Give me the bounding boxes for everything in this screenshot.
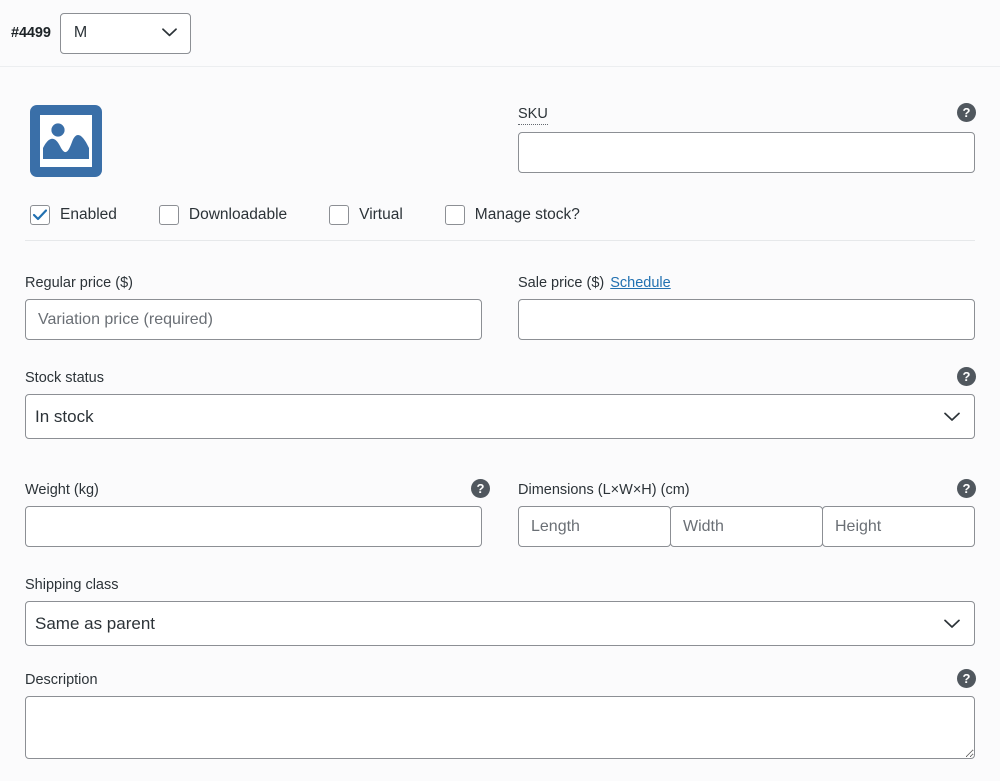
regular-price-input[interactable] — [25, 299, 482, 340]
section-divider — [25, 240, 975, 241]
checkbox-enabled[interactable] — [30, 205, 50, 225]
shipping-class-select[interactable]: Same as parent — [25, 601, 975, 646]
variation-header: #4499 M — [0, 0, 1000, 67]
stock-status-label-row: Stock status ? — [25, 367, 976, 387]
variation-toggles: Enabled Downloadable Virtual Manage stoc… — [30, 205, 580, 225]
width-wrap — [670, 506, 823, 547]
schedule-sale-link[interactable]: Schedule — [610, 275, 670, 291]
sale-price-field-group: Sale price ($) Schedule — [518, 274, 975, 340]
sale-price-label-row: Sale price ($) Schedule — [518, 274, 975, 299]
description-label-row: Description ? — [25, 669, 976, 689]
variation-id-label: #4499 — [11, 25, 51, 41]
toggle-virtual-label: Virtual — [359, 206, 403, 223]
sale-price-input[interactable] — [518, 299, 975, 340]
stock-status-help-icon[interactable]: ? — [957, 367, 976, 386]
weight-help-icon[interactable]: ? — [471, 479, 490, 498]
toggle-downloadable[interactable]: Downloadable — [158, 205, 288, 225]
variation-body: SKU ? Enabled Downloadable Virtual Manag… — [0, 67, 1000, 781]
regular-price-field-group: Regular price ($) — [25, 274, 482, 340]
stock-status-label: Stock status — [25, 370, 104, 386]
chevron-down-icon — [944, 614, 960, 634]
check-icon — [33, 209, 47, 221]
dimensions-help-icon[interactable]: ? — [957, 479, 976, 498]
sku-field-group: SKU ? — [518, 103, 976, 173]
sku-label: SKU — [518, 105, 548, 125]
image-placeholder-icon — [40, 115, 92, 167]
checkbox-manage-stock[interactable] — [444, 205, 465, 225]
regular-price-label: Regular price ($) — [25, 275, 133, 291]
sku-help-icon[interactable]: ? — [957, 103, 976, 122]
width-input[interactable] — [670, 506, 823, 547]
size-attribute-select[interactable]: M — [59, 12, 191, 54]
sale-price-label: Sale price ($) — [518, 275, 605, 291]
weight-label: Weight (kg) — [25, 482, 99, 498]
toggle-enabled-label: Enabled — [60, 206, 117, 223]
shipping-class-label: Shipping class — [25, 577, 119, 593]
length-wrap — [518, 506, 671, 547]
sku-input[interactable] — [518, 132, 975, 173]
stock-status-field-group: Stock status ? In stock — [25, 367, 976, 439]
toggle-virtual[interactable]: Virtual — [329, 205, 403, 225]
weight-field-group: Weight (kg) ? — [25, 479, 490, 547]
shipping-class-field-group: Shipping class Same as parent — [25, 576, 975, 646]
variation-image-placeholder[interactable] — [30, 105, 102, 177]
stock-status-select[interactable]: In stock — [25, 394, 975, 439]
description-textarea[interactable] — [25, 696, 975, 759]
checkbox-virtual[interactable] — [329, 205, 350, 225]
size-attribute-value: M — [73, 24, 88, 41]
variation-editor-panel: #4499 M SKU ? Enabled Downloadable Virtu… — [0, 0, 1000, 781]
toggle-manage-stock[interactable]: Manage stock? — [444, 205, 580, 225]
dimensions-label: Dimensions (L×W×H) (cm) — [518, 482, 690, 498]
length-input[interactable] — [518, 506, 671, 547]
checkbox-downloadable[interactable] — [158, 205, 179, 225]
description-field-group: Description ? — [25, 669, 976, 759]
weight-label-row: Weight (kg) ? — [25, 479, 490, 499]
height-input[interactable] — [822, 506, 975, 547]
dimensions-field-group: Dimensions (L×W×H) (cm) ? — [518, 479, 976, 547]
shipping-class-value: Same as parent — [35, 613, 156, 633]
weight-input[interactable] — [25, 506, 482, 547]
sku-label-row: SKU ? — [518, 103, 976, 132]
height-wrap — [822, 506, 975, 547]
chevron-down-icon — [944, 407, 960, 427]
stock-status-value: In stock — [35, 406, 94, 426]
description-label: Description — [25, 672, 98, 688]
dimensions-label-row: Dimensions (L×W×H) (cm) ? — [518, 479, 976, 499]
description-help-icon[interactable]: ? — [957, 669, 976, 688]
toggle-manage-stock-label: Manage stock? — [474, 206, 580, 223]
toggle-downloadable-label: Downloadable — [188, 206, 288, 223]
toggle-enabled[interactable]: Enabled — [30, 205, 117, 225]
dimensions-inputs — [518, 506, 975, 547]
chevron-down-icon — [161, 24, 177, 42]
